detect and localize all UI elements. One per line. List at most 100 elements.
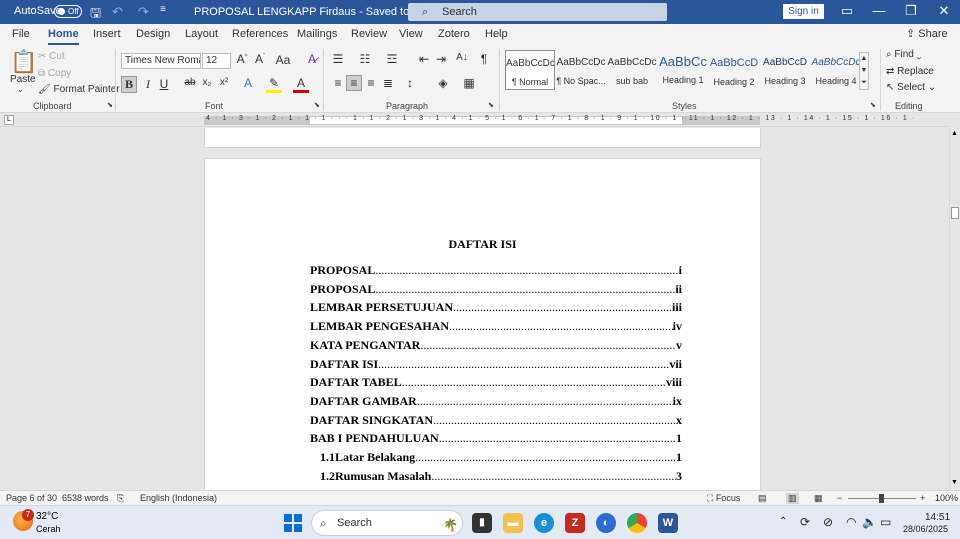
superscript-button[interactable]: x² (216, 77, 232, 88)
show-marks-icon[interactable]: ¶ (476, 52, 492, 66)
toc-entry[interactable]: DAFTAR TABEL............................… (310, 375, 682, 393)
toc-entry[interactable]: KATA PENGANTAR..........................… (310, 338, 682, 356)
shrink-font-icon[interactable]: Aˇ (252, 52, 268, 66)
font-color-icon[interactable]: A (293, 76, 309, 93)
tab-selector-icon[interactable]: L (4, 115, 14, 125)
word-count[interactable]: 6538 words (62, 493, 109, 503)
tab-home[interactable]: Home (48, 28, 79, 45)
increase-indent-icon[interactable]: ⇥ (433, 52, 449, 66)
styles-scroll[interactable]: ▲ ▼ ⏷ (859, 52, 869, 90)
focus-button[interactable]: ⛶ Focus (707, 493, 740, 504)
zotero-icon[interactable]: Z (565, 513, 585, 533)
restore-icon[interactable]: ❐ (901, 3, 921, 19)
shading-icon[interactable]: ◈ (435, 76, 451, 90)
show-hidden-icons[interactable]: ⌃ (779, 516, 787, 527)
toc-entry[interactable]: LEMBAR PENGESAHAN.......................… (310, 319, 682, 337)
select-button[interactable]: ↖ Select ⌄ (886, 82, 936, 93)
close-icon[interactable]: ✕ (934, 3, 954, 19)
clock-date[interactable]: 28/06/2025 (903, 524, 948, 534)
underline-button[interactable]: U (156, 77, 172, 91)
bold-button[interactable]: B (121, 76, 137, 93)
search-box[interactable]: ⌕ Search (408, 3, 667, 21)
font-size-select[interactable]: 12 (202, 53, 231, 69)
toc-entry[interactable]: 1.2 Rumusan Masalah......................… (320, 469, 682, 487)
save-icon[interactable]: 🖫 (90, 4, 101, 26)
borders-icon[interactable]: ▦ (461, 76, 477, 90)
scroll-thumb[interactable] (951, 207, 959, 219)
style-heading-3[interactable]: AaBbCcD Heading 3 (760, 50, 810, 90)
page-count[interactable]: Page 6 of 30 (6, 493, 57, 503)
align-center-icon[interactable]: ≡ (346, 75, 362, 91)
toc-entry[interactable]: DAFTAR GAMBAR...........................… (310, 394, 682, 412)
tab-layout[interactable]: Layout (185, 28, 218, 40)
sign-in-button[interactable]: Sign in (783, 4, 824, 19)
ribbon-display-icon[interactable]: ▭ (837, 3, 857, 19)
weather-condition[interactable]: Cerah (36, 524, 61, 534)
volume-icon[interactable]: 🔈 (862, 515, 877, 529)
grow-font-icon[interactable]: A^ (234, 52, 250, 66)
highlight-icon[interactable]: ✎ (266, 76, 282, 93)
toc-entry[interactable]: LEMBAR PERSETUJUAN......................… (310, 300, 682, 318)
paste-dropdown-icon[interactable]: ⌄ (17, 85, 24, 94)
minimize-icon[interactable]: — (869, 3, 889, 18)
toc-entry[interactable]: BAB I PENDAHULUAN.......................… (310, 431, 682, 449)
toc-entry[interactable]: DAFTAR ISI..............................… (310, 357, 682, 375)
zoom-out-icon[interactable]: − (837, 493, 842, 503)
temperature[interactable]: 32°C (36, 511, 58, 522)
web-layout-icon[interactable]: ▦ (814, 493, 823, 504)
font-launcher-icon[interactable]: ⬊ (314, 101, 320, 109)
network-off-icon[interactable]: ⊘ (823, 515, 833, 529)
style-heading-2[interactable]: AaBbCcD Heading 2 (709, 50, 759, 90)
undo-icon[interactable]: ↶ (112, 4, 123, 20)
change-case-icon[interactable]: Aa (273, 53, 293, 67)
text-effects-icon[interactable]: A (240, 76, 256, 90)
zoom-level[interactable]: 100% (935, 493, 958, 503)
wifi-icon[interactable]: ◠ (846, 515, 856, 529)
vertical-scrollbar[interactable]: ▲ ▼ (949, 128, 960, 490)
taskbar-search[interactable]: ⌕ Search 🌴 (311, 510, 463, 536)
file-explorer-icon[interactable]: ▬ (503, 513, 523, 533)
style-heading-1[interactable]: AaBbCc Heading 1 (658, 50, 708, 90)
style-no-spacing[interactable]: AaBbCcDc ¶ No Spac... (556, 50, 606, 90)
cut-button[interactable]: ✂ Cut (38, 51, 65, 62)
subscript-button[interactable]: x₂ (199, 77, 215, 88)
styles-launcher-icon[interactable]: ⬊ (870, 101, 876, 109)
proofing-icon[interactable]: ⎘ (117, 493, 124, 504)
style-normal[interactable]: AaBbCcDc ¶ Normal (505, 50, 555, 90)
language-label[interactable]: English (Indonesia) (140, 493, 217, 503)
app-icon[interactable]: ◐ (596, 513, 616, 533)
find-button[interactable]: ⌕ Find ⌄ (886, 49, 921, 60)
font-family-select[interactable]: Times New Roma (121, 53, 201, 69)
toc-entry[interactable]: PROPOSAL................................… (310, 263, 682, 281)
paste-icon[interactable]: 📋 (10, 49, 37, 75)
clock-time[interactable]: 14:51 (925, 512, 950, 523)
autosave-toggle[interactable]: Off (54, 5, 82, 18)
clear-formatting-icon[interactable]: A̷ (304, 52, 320, 66)
sort-icon[interactable]: A↓ (454, 52, 470, 63)
print-layout-icon[interactable]: ▥ (786, 493, 799, 504)
edge-icon[interactable]: e (534, 513, 554, 533)
line-spacing-icon[interactable]: ↕ (402, 76, 418, 90)
justify-icon[interactable]: ≣ (380, 76, 396, 90)
bullets-icon[interactable]: ☰ (330, 52, 346, 66)
tab-mailings[interactable]: Mailings (297, 28, 337, 40)
battery-icon[interactable]: ▭ (880, 515, 891, 529)
tab-review[interactable]: Review (351, 28, 387, 40)
style-heading-4[interactable]: AaBbCcDc Heading 4 (811, 50, 861, 90)
strikethrough-button[interactable]: ab (182, 77, 198, 88)
tab-view[interactable]: View (399, 28, 423, 40)
start-button[interactable] (284, 514, 302, 532)
numbering-icon[interactable]: ☷ (357, 52, 373, 66)
clipboard-launcher-icon[interactable]: ⬊ (107, 101, 113, 109)
tab-zotero[interactable]: Zotero (438, 28, 470, 40)
customize-qat-icon[interactable]: ≡ (160, 4, 166, 15)
toc-entry[interactable]: 1.1 Latar Belakang.......................… (320, 450, 682, 468)
zoom-thumb[interactable] (879, 494, 884, 503)
scroll-down-icon[interactable]: ▼ (951, 479, 958, 486)
redo-icon[interactable]: ↷ (138, 4, 149, 20)
paste-label[interactable]: Paste (10, 74, 36, 85)
zoom-in-icon[interactable]: + (920, 493, 925, 503)
tab-design[interactable]: Design (136, 28, 170, 40)
tab-help[interactable]: Help (485, 28, 508, 40)
scroll-up-icon[interactable]: ▲ (951, 130, 958, 137)
